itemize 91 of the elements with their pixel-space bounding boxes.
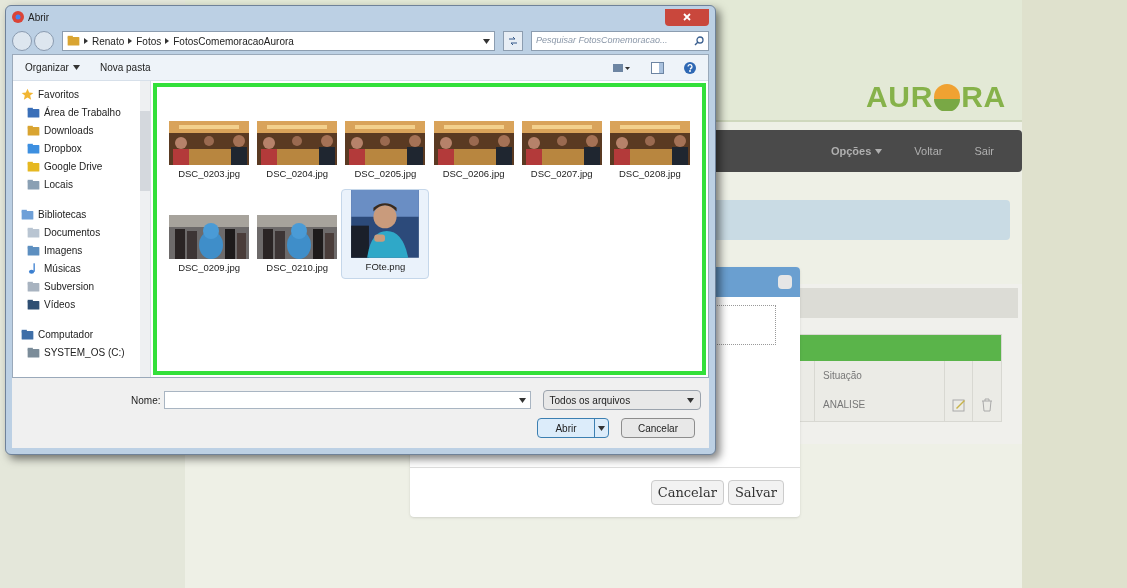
file-item[interactable]: DSC_0205.jpg (341, 95, 430, 185)
help-icon[interactable] (684, 61, 696, 74)
forward-button[interactable] (34, 31, 54, 51)
folder-icon (27, 142, 40, 155)
close-icon (683, 13, 691, 21)
edit-icon[interactable] (951, 398, 966, 412)
file-type-dropdown[interactable]: Todos os arquivos (542, 390, 701, 410)
file-item[interactable]: DSC_0203.jpg (165, 95, 254, 185)
nav-link[interactable]: Opções (830, 142, 883, 160)
file-name: DSC_0206.jpg (442, 166, 505, 181)
filename-field[interactable] (164, 391, 531, 409)
chevron-icon (128, 38, 133, 44)
folder-icon (27, 106, 40, 119)
close-button[interactable] (665, 8, 709, 26)
logo: AUR RA (865, 82, 1006, 112)
file-item[interactable]: DSC_0210.jpg (253, 189, 342, 279)
cancel-button[interactable]: Cancelar (621, 418, 695, 438)
modal-button[interactable]: Salvar (727, 479, 784, 506)
nav-item[interactable]: Área de Trabalho (27, 105, 140, 120)
breadcrumb-item[interactable]: Fotos (136, 33, 162, 49)
folder-icon (27, 178, 40, 191)
nav-item[interactable]: Downloads (27, 123, 140, 138)
folder-icon (67, 35, 80, 47)
nav-item[interactable]: Subversion (27, 279, 140, 294)
file-name: DSC_0204.jpg (266, 166, 329, 181)
nav-link[interactable]: Voltar (914, 142, 943, 160)
folder-icon (21, 208, 34, 221)
folder-icon (27, 160, 40, 173)
folder-icon (21, 328, 34, 341)
nav-item[interactable]: Google Drive (27, 159, 140, 174)
modal-button[interactable]: Cancelar (650, 479, 724, 506)
trash-icon[interactable] (981, 398, 993, 412)
nav-item[interactable]: Vídeos (27, 297, 140, 312)
caret-icon (72, 65, 80, 70)
back-button[interactable] (12, 31, 32, 51)
table-cell: ANALISE (823, 399, 866, 410)
file-name: DSC_0209.jpg (178, 260, 240, 275)
close-button[interactable] (778, 275, 792, 289)
file-name: DSC_0210.jpg (266, 260, 329, 275)
caret-icon (518, 397, 526, 403)
file-item[interactable]: DSC_0208.jpg (605, 95, 694, 185)
nav-group[interactable]: Bibliotecas (21, 207, 140, 222)
nav-item[interactable]: Documentos (27, 225, 140, 240)
file-name: DSC_0203.jpg (178, 166, 240, 181)
nav-item[interactable]: Imagens (27, 243, 140, 258)
refresh-icon (508, 36, 518, 46)
open-button[interactable]: Abrir (537, 418, 609, 438)
preview-pane-icon[interactable] (651, 61, 664, 74)
file-item[interactable]: DSC_0207.jpg (517, 95, 606, 185)
nav-item[interactable]: Locais (27, 177, 140, 192)
star-icon (21, 88, 34, 101)
caret-icon (598, 425, 605, 431)
file-name: DSC_0205.jpg (354, 166, 417, 181)
file-item[interactable]: DSC_0206.jpg (429, 95, 518, 185)
view-icon[interactable] (613, 62, 631, 73)
chevron-icon (165, 38, 170, 44)
nav-item[interactable]: Músicas (27, 261, 140, 276)
address-bar[interactable]: Renato Fotos FotosComemoracaoAurora (62, 31, 495, 51)
folder-icon (27, 346, 40, 359)
nav-group[interactable]: Computador (21, 327, 140, 342)
app-icon (12, 11, 24, 23)
toolbar-button[interactable]: Nova pasta (99, 60, 151, 75)
file-item[interactable]: DSC_0209.jpg (165, 189, 254, 279)
nav-link[interactable]: Sair (974, 142, 994, 160)
nav-item[interactable]: SYSTEM_OS (C:) (27, 345, 140, 360)
column-header: Situação (823, 368, 862, 383)
nav-group[interactable]: Favoritos (21, 87, 140, 102)
search-field[interactable]: Pesquisar FotosComemoracao... (531, 31, 709, 51)
file-name: DSC_0208.jpg (619, 166, 681, 181)
folder-icon (27, 244, 40, 257)
file-name: FOte.png (365, 259, 406, 274)
refresh-button[interactable] (503, 31, 523, 51)
breadcrumb-item[interactable]: Renato (92, 33, 125, 49)
file-item[interactable]: FOte.png (341, 189, 430, 279)
folder-icon (27, 226, 40, 239)
caret-icon (875, 148, 883, 154)
window-title: Abrir (28, 10, 50, 25)
folder-icon (27, 280, 40, 293)
file-item[interactable]: DSC_0204.jpg (253, 95, 342, 185)
caret-icon (687, 397, 694, 403)
folder-icon (27, 298, 40, 311)
toolbar-button[interactable]: Organizar (25, 60, 80, 75)
field-label: Nome: (130, 393, 161, 408)
sun-icon (933, 83, 962, 111)
caret-icon (483, 38, 490, 44)
folder-icon (27, 124, 40, 137)
search-icon (694, 36, 704, 46)
chevron-icon (84, 38, 88, 44)
nav-item[interactable]: Dropbox (27, 141, 140, 156)
breadcrumb-item[interactable]: FotosComemoracaoAurora (173, 33, 294, 49)
file-name: DSC_0207.jpg (530, 166, 593, 181)
